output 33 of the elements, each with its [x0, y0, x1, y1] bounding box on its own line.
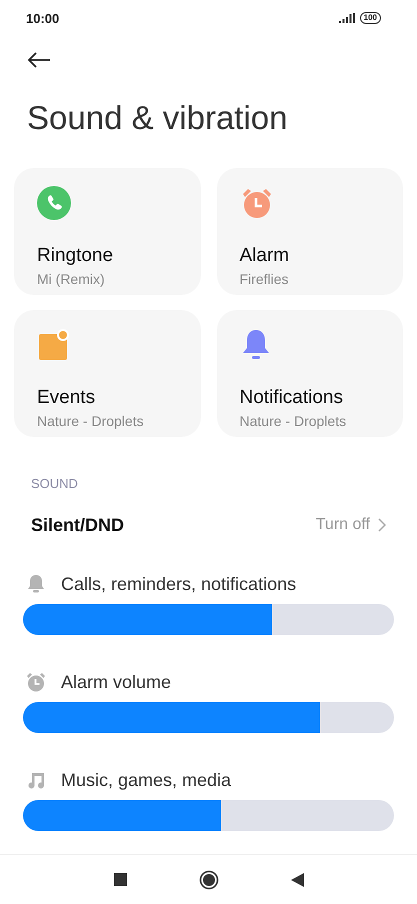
slider-label: Calls, reminders, notifications	[61, 574, 296, 594]
tone-card[interactable]: Ringtone Mi (Remix)	[14, 168, 200, 295]
setting-label[interactable]: Silent/DND	[31, 514, 316, 536]
back-nav-button[interactable]	[290, 872, 304, 886]
signal-icon	[338, 13, 355, 23]
music-note-icon	[26, 770, 46, 790]
card-title: Ringtone	[37, 244, 114, 268]
card-subtitle: Nature - Droplets	[240, 412, 348, 430]
calendar-note-icon	[37, 329, 69, 361]
slider-label: Alarm volume	[61, 672, 172, 692]
battery-indicator: 100	[360, 12, 381, 24]
volume-slider[interactable]	[23, 800, 394, 831]
home-button[interactable]	[198, 870, 218, 890]
card-subtitle: Nature - Droplets	[37, 412, 145, 430]
volume-slider[interactable]	[23, 604, 394, 635]
status-time: 10:00	[26, 10, 60, 26]
card-subtitle: Mi (Remix)	[37, 270, 106, 288]
alarm-clock-icon	[26, 672, 46, 692]
tone-card[interactable]: Alarm Fireflies	[216, 168, 403, 295]
page-title: Sound & vibration	[27, 98, 289, 138]
recents-button[interactable]	[114, 873, 126, 886]
volume-slider[interactable]	[23, 702, 394, 733]
tone-card[interactable]: Events Nature - Droplets	[14, 310, 200, 437]
card-subtitle: Fireflies	[240, 270, 290, 288]
card-title: Notifications	[240, 386, 344, 410]
section-header: SOUND	[31, 475, 79, 493]
bell-icon	[26, 574, 46, 594]
card-title: Events	[37, 386, 96, 410]
slider-label: Music, games, media	[61, 770, 232, 790]
tone-card[interactable]: Notifications Nature - Droplets	[216, 310, 403, 437]
phone-icon	[37, 186, 71, 220]
card-title: Alarm	[240, 244, 290, 268]
chevron-right-icon	[378, 518, 386, 532]
